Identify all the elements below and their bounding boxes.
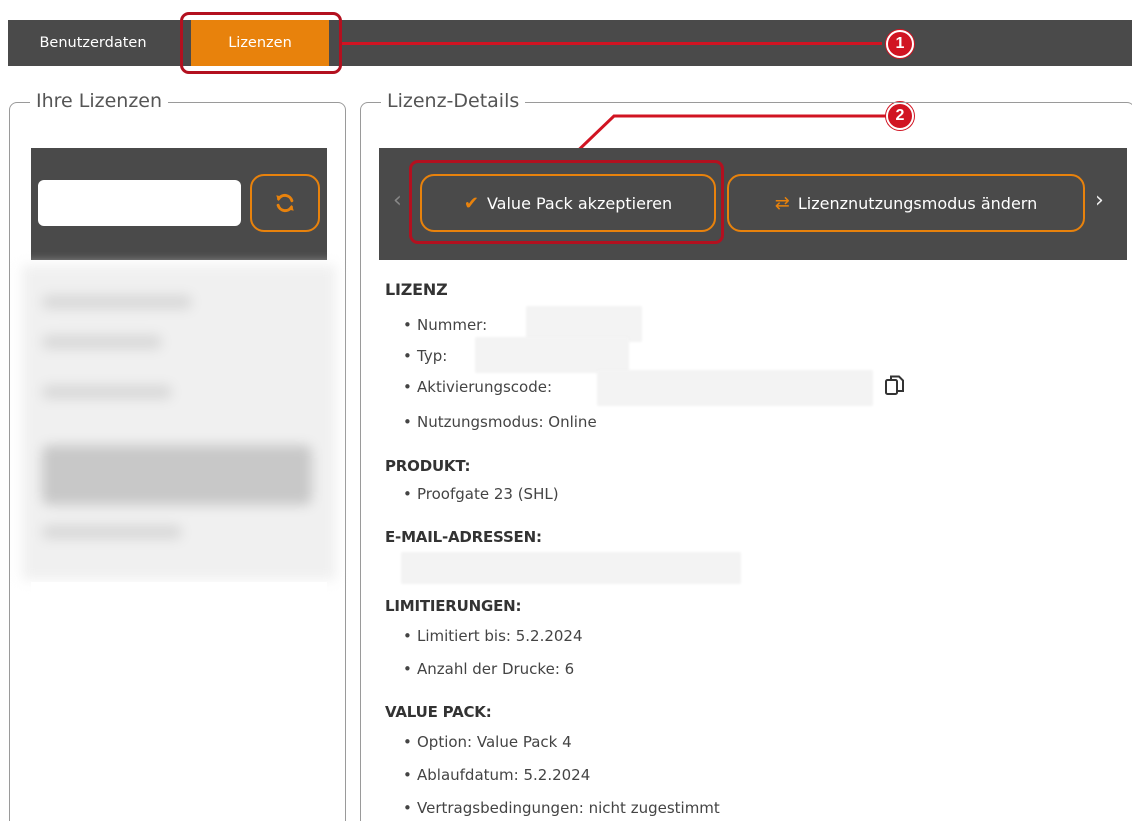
callout-badge-1: 1 — [886, 30, 914, 58]
license-number-label: Nummer: — [403, 316, 487, 334]
section-heading-emails: E-MAIL-ADRESSEN: — [385, 528, 542, 546]
license-list-empty-area — [31, 582, 327, 821]
tab-benutzerdaten[interactable]: Benutzerdaten — [8, 20, 178, 66]
value-pack-terms: Vertragsbedingungen: nicht zugestimmt — [403, 799, 720, 817]
value-pack-option: Option: Value Pack 4 — [403, 733, 572, 751]
panel-title: Lizenz-Details — [381, 90, 526, 112]
product-name: Proofgate 23 (SHL) — [403, 485, 559, 503]
callout-line-1 — [342, 42, 882, 45]
redacted-type — [475, 337, 629, 373]
license-search-bar — [31, 148, 327, 260]
swap-arrows-icon: ⇄ — [774, 192, 790, 214]
value-pack-expiry: Ablaufdatum: 5.2.2024 — [403, 766, 590, 784]
section-heading-license: LIZENZ — [385, 280, 448, 299]
refresh-icon — [276, 193, 294, 213]
change-usage-mode-button[interactable]: ⇄ Lizenznutzungsmodus ändern — [727, 174, 1085, 232]
redacted-email — [401, 552, 741, 584]
print-count: Anzahl der Drucke: 6 — [403, 660, 574, 678]
license-search-input[interactable] — [38, 180, 241, 226]
activation-code-label: Aktivierungscode: — [403, 378, 552, 396]
highlight-frame-tab — [180, 12, 342, 74]
license-details-content: LIZENZ Nummer: Typ: Aktivierungscode: Nu… — [379, 270, 1127, 821]
license-type-label: Typ: — [403, 347, 447, 365]
refresh-button[interactable] — [250, 174, 320, 232]
redacted-activation-code — [597, 370, 873, 406]
panel-title: Ihre Lizenzen — [30, 90, 169, 112]
section-heading-limits: LIMITIERUNGEN: — [385, 597, 522, 615]
highlight-frame-value-pack — [409, 160, 724, 244]
change-usage-mode-label: Lizenznutzungsmodus ändern — [797, 193, 1038, 213]
limit-until: Limitiert bis: 5.2.2024 — [403, 627, 582, 645]
license-list-blurred — [22, 265, 336, 580]
copy-icon[interactable] — [884, 374, 906, 398]
section-heading-value-pack: VALUE PACK: — [385, 703, 492, 721]
section-heading-product: PRODUKT: — [385, 457, 471, 475]
scroll-right-icon[interactable]: › — [1095, 188, 1104, 213]
usage-mode: Nutzungsmodus: Online — [403, 413, 597, 431]
scroll-left-icon[interactable]: ‹ — [393, 188, 402, 213]
